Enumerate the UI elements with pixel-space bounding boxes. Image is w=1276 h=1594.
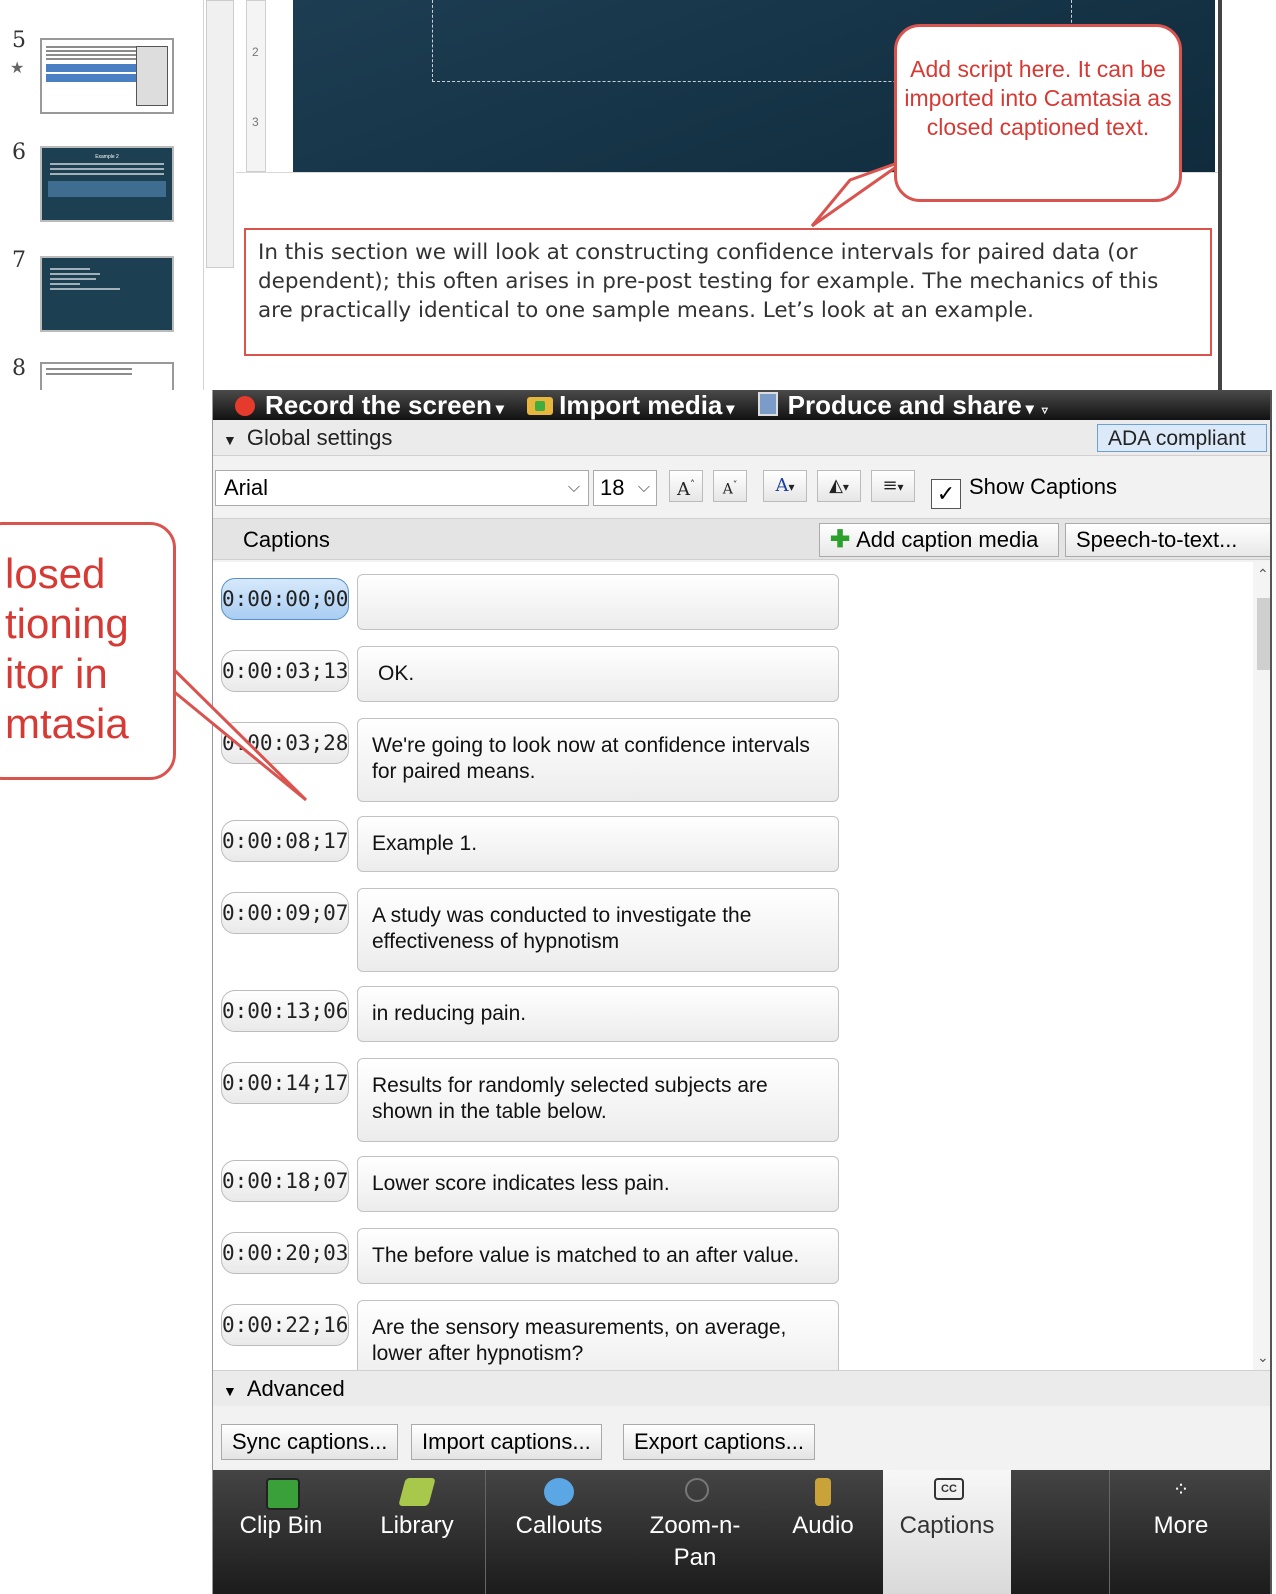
editor-callout: losed tioning itor in mtasia bbox=[0, 522, 176, 780]
top-callout-pointer bbox=[810, 158, 907, 228]
callout-pointers bbox=[148, 158, 907, 802]
script-callout: Add script here. It can be imported into… bbox=[894, 24, 1182, 202]
